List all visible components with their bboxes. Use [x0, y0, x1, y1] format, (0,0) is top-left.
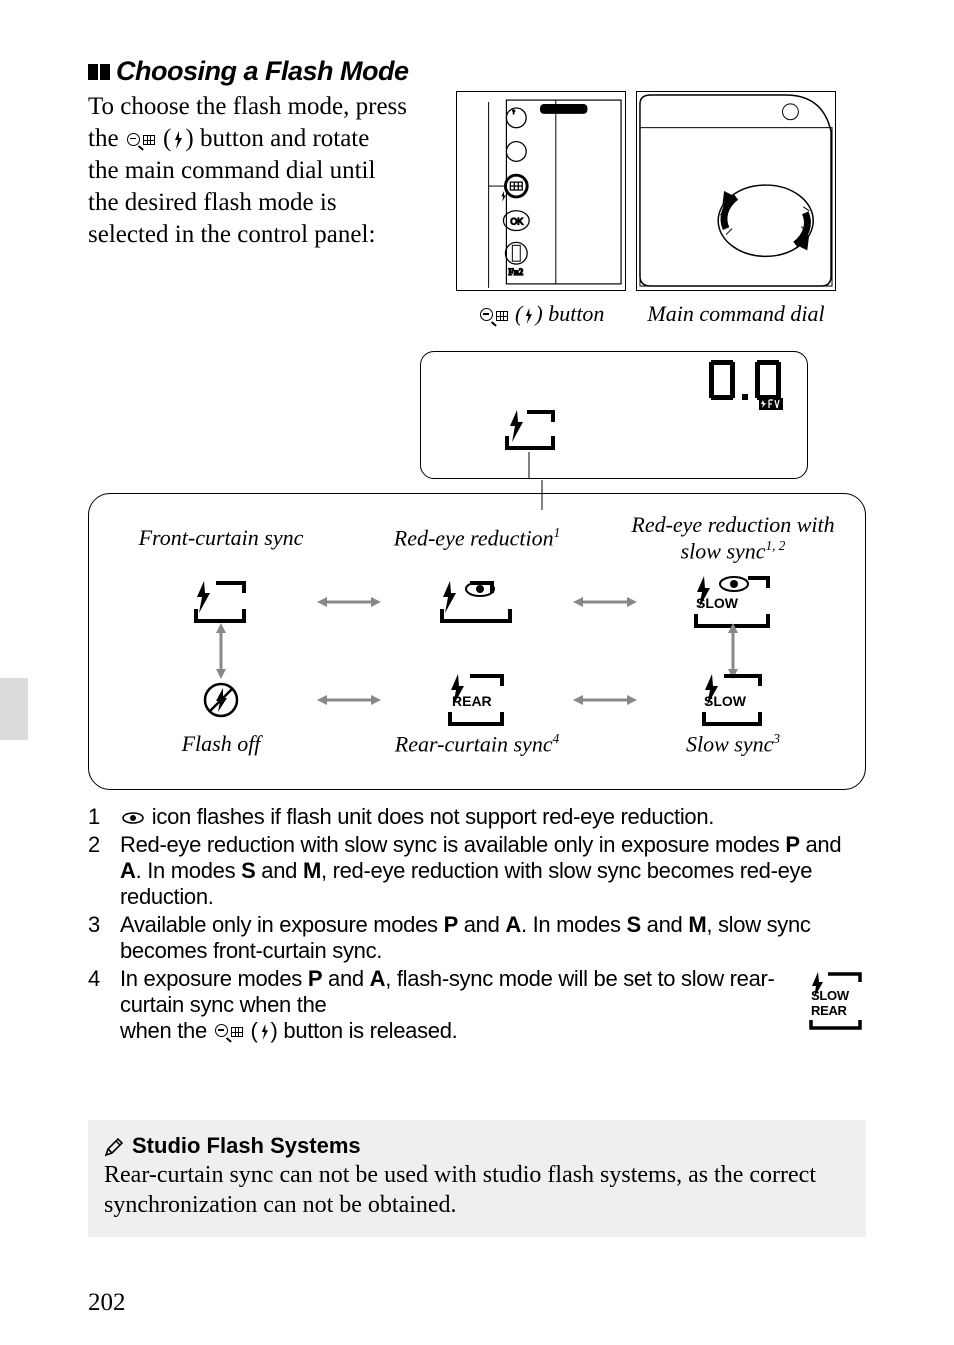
qflash-icon [480, 308, 508, 323]
note-heading: Studio Flash Systems [104, 1132, 850, 1160]
mode-title-slow-sync: Slow sync3 [686, 731, 780, 757]
icon-slow-rear: SLOWREAR [808, 970, 866, 1038]
intro-paragraph: To choose the flash mode, press the ( ) b… [88, 91, 438, 251]
diagram-caption-dial: Main command dial [636, 301, 836, 327]
camera-side-diagram: ? OK Fn2 [456, 91, 626, 291]
svg-text:REAR: REAR [811, 1003, 848, 1018]
footnote-text: In exposure modes P and A, flash-sync mo… [120, 966, 794, 1044]
intro-line: To choose the flash mode, press [88, 93, 407, 120]
note-body: Rear-curtain sync can not be used with s… [104, 1160, 850, 1221]
svg-text:SLOW: SLOW [811, 988, 850, 1003]
intro-line: ) button and rotate [185, 125, 369, 152]
footnote-4: 4 In exposure modes P and A, flash-sync … [88, 966, 866, 1044]
arrow-v-icon [725, 623, 741, 679]
mode-title-flash-off: Flash off [182, 731, 261, 756]
heading-text: Choosing a Flash Mode [116, 56, 409, 87]
ev-icon [759, 398, 783, 410]
icon-red-eye [438, 577, 516, 627]
heading-bullets [88, 64, 110, 80]
flash-modes-diagram: Front-curtain sync Red-eye reduction1 Re… [88, 493, 866, 790]
icon-red-eye-slow: SLOW [692, 577, 774, 627]
intro-line: the desired flash mode is [88, 189, 337, 216]
section-tab [0, 678, 28, 740]
camera-back-diagram [636, 91, 836, 291]
mode-title-red-eye: Red-eye reduction1 [394, 525, 560, 551]
qflash-icon [215, 1024, 243, 1039]
intro-line: the [88, 125, 125, 152]
svg-text:OK: OK [510, 217, 523, 227]
arrow-v-icon [213, 623, 229, 679]
flash-bolt-icon [524, 308, 533, 324]
arrow-h-icon [317, 594, 381, 610]
note-title: Studio Flash Systems [132, 1132, 361, 1160]
caption-text: button [543, 301, 605, 326]
mode-title-rear-curtain: Rear-curtain sync4 [395, 731, 559, 757]
flash-bolt-icon [173, 131, 183, 149]
icon-rear-curtain: REAR [446, 675, 508, 725]
note-box: Studio Flash Systems Rear-curtain sync c… [88, 1120, 866, 1238]
intro-line: ( [157, 125, 172, 152]
footnote-1: 1 icon flashes if flash unit does not su… [88, 804, 866, 830]
footnote-2: 2 Red-eye reduction with slow sync is av… [88, 832, 866, 910]
icon-front-curtain [192, 577, 250, 627]
section-heading: Choosing a Flash Mode [88, 56, 866, 87]
svg-text:Fn2: Fn2 [508, 267, 523, 277]
arrow-h-icon [317, 692, 381, 708]
footnotes: 1 icon flashes if flash unit does not su… [88, 804, 866, 1044]
icon-slow-sync: SLOW [700, 675, 766, 725]
footnote-3: 3 Available only in exposure modes P and… [88, 912, 866, 964]
footnote-text: Red-eye reduction with slow sync is avai… [120, 832, 866, 910]
mode-title-red-eye-slow: Red-eye reduction with slow sync1, 2 [625, 512, 841, 563]
diagram-caption-button: () button [456, 301, 626, 327]
pencil-icon [104, 1136, 124, 1156]
mode-title-front-curtain: Front-curtain sync [139, 525, 304, 550]
svg-text:SLOW: SLOW [704, 693, 747, 709]
arrow-h-icon [573, 594, 637, 610]
intro-line: the main command dial until [88, 157, 375, 184]
footnote-text: icon flashes if flash unit does not supp… [146, 804, 714, 829]
svg-text:REAR: REAR [452, 693, 492, 709]
page-number: 202 [88, 1289, 126, 1317]
svg-text:?: ? [512, 110, 515, 116]
intro-line: selected in the control panel: [88, 221, 375, 248]
icon-flash-off [201, 675, 241, 725]
control-panel-display [88, 351, 866, 479]
flash-bolt-icon [260, 1024, 269, 1040]
svg-text:SLOW: SLOW [696, 595, 739, 611]
arrow-h-icon [573, 692, 637, 708]
eye-icon [122, 812, 144, 824]
qflash-icon [127, 133, 155, 148]
footnote-text: Available only in exposure modes P and A… [120, 912, 866, 964]
